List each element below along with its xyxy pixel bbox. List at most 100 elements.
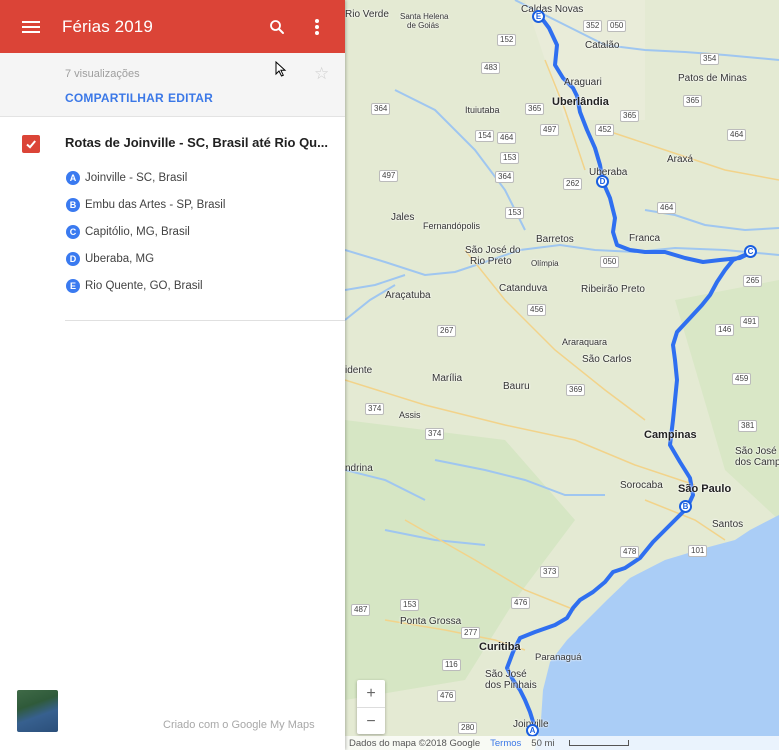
place-label: Curitiba: [479, 641, 521, 653]
place-label: Assis: [399, 410, 421, 420]
basemap-thumbnail[interactable]: [17, 690, 58, 732]
highway-shield: 365: [683, 95, 703, 107]
place-label: São Paulo: [678, 483, 732, 495]
menu-button[interactable]: [0, 0, 62, 53]
star-icon[interactable]: ☆: [314, 64, 329, 84]
place-label: idente: [345, 365, 373, 376]
highway-shield: 101: [688, 545, 708, 557]
route-stop-c[interactable]: C Capitólio, MG, Brasil: [66, 224, 190, 240]
place-label: São José: [735, 446, 777, 457]
place-label: Uberaba: [589, 167, 628, 178]
hamburger-icon: [22, 18, 40, 36]
zoom-control: + −: [357, 680, 385, 734]
highway-shield: 452: [595, 124, 615, 136]
place-label: Rio Verde: [345, 9, 389, 20]
place-label: ndrina: [345, 463, 373, 474]
place-label: Fernandópolis: [423, 221, 481, 231]
place-label: Ribeirão Preto: [581, 284, 645, 295]
place-label: Catalão: [585, 40, 620, 51]
map-attribution: Dados do mapa ©2018 Google Termos 50 mi: [345, 736, 779, 750]
route-stop-b[interactable]: B Embu das Artes - SP, Brasil: [66, 197, 225, 213]
highway-shield: 497: [540, 124, 560, 136]
highway-shield: 374: [425, 428, 445, 440]
route-marker-e[interactable]: E: [532, 10, 545, 23]
highway-shield: 277: [461, 627, 481, 639]
stop-marker-icon: D: [66, 252, 80, 266]
highway-shield: 476: [437, 690, 457, 702]
highway-shield: 267: [437, 325, 457, 337]
highway-shield: 464: [727, 129, 747, 141]
highway-shield: 050: [600, 256, 620, 268]
map-details-panel: Férias 2019 7 visualizações ☆ COMPARTILH…: [0, 0, 345, 750]
highway-shield: 153: [500, 152, 520, 164]
place-label: de Goiás: [407, 21, 440, 30]
place-label: Paranaguá: [535, 652, 582, 663]
highway-shield: 116: [442, 659, 461, 671]
highway-shield: 483: [481, 62, 501, 74]
stop-label: Uberaba, MG: [85, 253, 155, 265]
divider: [65, 320, 345, 321]
route-stop-d[interactable]: D Uberaba, MG: [66, 251, 154, 267]
zoom-out-button[interactable]: −: [357, 708, 385, 735]
place-label: Araçatuba: [385, 290, 431, 301]
route-line: [505, 14, 754, 730]
place-label: Patos de Minas: [678, 73, 747, 84]
highway-shield: 381: [738, 420, 758, 432]
highway-shield: 374: [365, 403, 385, 415]
layer-checkbox[interactable]: [22, 135, 40, 153]
highway-shield: 152: [497, 34, 517, 46]
route-marker-d[interactable]: D: [596, 175, 609, 188]
place-label: Santa Helena: [400, 12, 449, 21]
terms-link[interactable]: Termos: [490, 738, 521, 749]
place-label: Marília: [432, 373, 463, 384]
more-options-button[interactable]: [297, 0, 337, 53]
highway-shield: 262: [563, 178, 583, 190]
route-stop-a[interactable]: A Joinville - SC, Brasil: [66, 170, 187, 186]
scale-bar: [568, 740, 629, 746]
highway-shield: 464: [497, 132, 517, 144]
place-label: Barretos: [536, 234, 574, 245]
share-button[interactable]: COMPARTILHAR: [65, 91, 164, 105]
place-label: dos Camp: [735, 457, 779, 468]
highway-shield: 459: [732, 373, 752, 385]
app-header: Férias 2019: [0, 0, 345, 53]
place-label: Franca: [629, 233, 661, 244]
place-label: Rio Preto: [470, 256, 512, 267]
highway-shield: 153: [400, 599, 420, 611]
place-label: Ponta Grossa: [400, 616, 462, 627]
place-label: Bauru: [503, 381, 530, 392]
view-count: 7 visualizações: [65, 68, 140, 80]
highway-shield: 153: [505, 207, 525, 219]
route-marker-c[interactable]: C: [744, 245, 757, 258]
highway-shield: 154: [475, 130, 495, 142]
highway-shield: 476: [511, 597, 531, 609]
stop-label: Embu das Artes - SP, Brasil: [85, 199, 226, 211]
stop-marker-icon: C: [66, 225, 80, 239]
highway-shield: 364: [371, 103, 391, 115]
highway-shield: 364: [495, 171, 515, 183]
place-label: Uberlândia: [552, 96, 609, 108]
route-stop-e[interactable]: E Rio Quente, GO, Brasil: [66, 278, 203, 294]
highway-shield: 478: [620, 546, 640, 558]
edit-button[interactable]: EDITAR: [168, 91, 213, 105]
highway-shield: 373: [540, 566, 560, 578]
zoom-in-button[interactable]: +: [357, 680, 385, 707]
search-icon: [270, 19, 284, 34]
highway-shield: 265: [743, 275, 763, 287]
place-label: Jales: [391, 212, 415, 223]
scale-label: 50 mi: [531, 737, 555, 749]
place-label: Araxá: [667, 154, 694, 165]
mouse-cursor-icon: [275, 61, 287, 77]
highway-shield: 456: [527, 304, 547, 316]
stop-marker-icon: E: [66, 279, 80, 293]
search-button[interactable]: [257, 0, 297, 53]
place-label: Santos: [712, 519, 744, 530]
route-marker-b[interactable]: B: [679, 500, 692, 513]
highway-shield: 280: [458, 722, 478, 734]
map-info: 7 visualizações ☆ COMPARTILHAR EDITAR: [0, 53, 345, 117]
footer-credit: Criado com o Google My Maps: [163, 719, 315, 731]
map-canvas[interactable]: Rio Verde Santa Helena de Goiás Caldas N…: [345, 0, 779, 750]
place-label: dos Pinhais: [485, 680, 537, 691]
place-label: São José do: [465, 245, 521, 256]
layer-title[interactable]: Rotas de Joinville - SC, Brasil até Rio …: [65, 135, 330, 150]
